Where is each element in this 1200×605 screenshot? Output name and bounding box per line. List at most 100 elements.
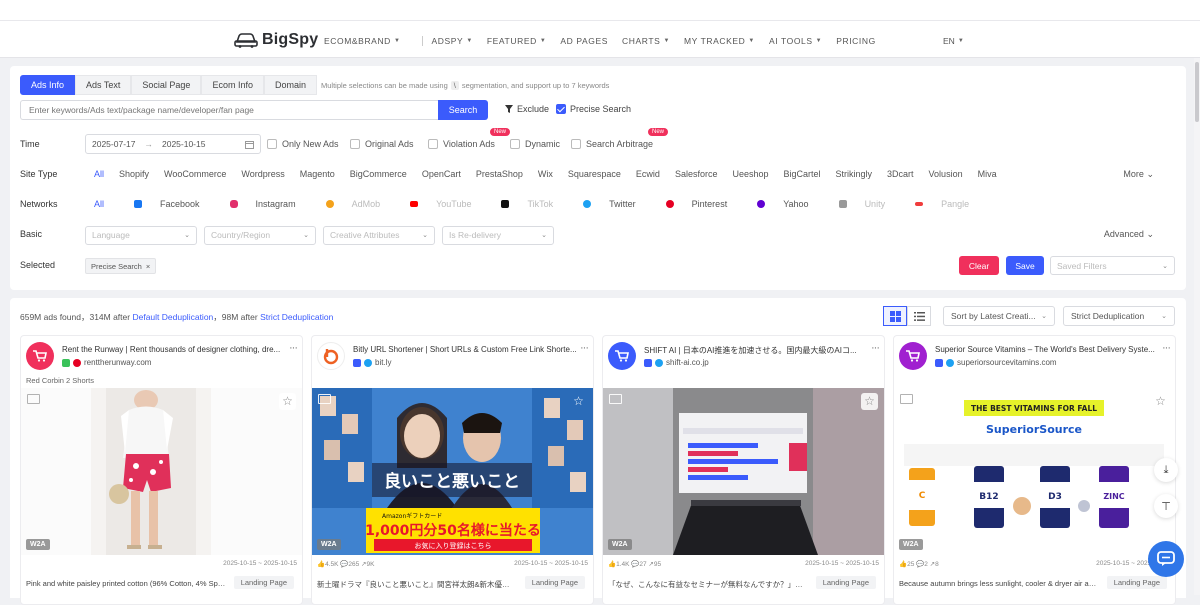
network-unity[interactable]: Unity	[838, 199, 901, 209]
more-options-icon[interactable]: ···	[580, 342, 589, 354]
original-ads-checkbox[interactable]: Original Ads	[350, 139, 414, 149]
advertiser-avatar[interactable]	[317, 342, 345, 370]
exclude-toggle[interactable]: Exclude	[505, 104, 549, 114]
nav-item-charts[interactable]: CHARTS ▼	[622, 36, 670, 46]
precise-search-checkbox[interactable]: Precise Search	[556, 104, 631, 114]
tab-social-page[interactable]: Social Page	[131, 75, 202, 95]
back-to-top-button[interactable]: ⊤	[1154, 494, 1178, 518]
site-type-wordpress[interactable]: Wordpress	[241, 169, 284, 179]
network-facebook[interactable]: Facebook	[134, 199, 215, 209]
tab-ecom-info[interactable]: Ecom Info	[201, 75, 264, 95]
advertiser-avatar[interactable]	[899, 342, 927, 370]
landing-page-button[interactable]: Landing Page	[233, 576, 294, 589]
search-button[interactable]: Search	[438, 100, 488, 120]
network-yahoo[interactable]: Yahoo	[757, 199, 823, 209]
default-dedup-link[interactable]: Default Deduplication	[132, 312, 213, 322]
site-type-ecwid[interactable]: Ecwid	[636, 169, 660, 179]
nav-item-featured[interactable]: FEATURED ▼	[487, 36, 547, 46]
ad-card[interactable]: Bitly URL Shortener | Short URLs & Custo…	[311, 335, 594, 605]
favorite-star-icon[interactable]: ☆	[861, 393, 878, 410]
landing-page-button[interactable]: Landing Page	[815, 576, 876, 589]
nav-item-ad-pages[interactable]: AD PAGES	[560, 36, 608, 46]
site-type-3dcart[interactable]: 3Dcart	[887, 169, 914, 179]
landing-page-button[interactable]: Landing Page	[1106, 576, 1167, 589]
site-type-all[interactable]: All	[94, 169, 104, 179]
creative-attributes-select[interactable]: Creative Attributes ⌄	[323, 225, 435, 245]
favorite-star-icon[interactable]: ☆	[279, 393, 296, 410]
selected-filter-chip[interactable]: Precise Search ×	[85, 258, 157, 274]
site-type-ueeshop[interactable]: Ueeshop	[732, 169, 768, 179]
advanced-toggle[interactable]: Advanced ⌄	[1104, 229, 1154, 240]
favorite-star-icon[interactable]: ☆	[1152, 393, 1169, 410]
site-type-opencart[interactable]: OpenCart	[422, 169, 461, 179]
advertiser-avatar[interactable]	[608, 342, 636, 370]
grid-view-button[interactable]	[883, 306, 907, 326]
language-selector[interactable]: EN ▼	[943, 36, 964, 46]
ad-card[interactable]: SHIFT AI | 日本のAI推進を加速させる。国内最大級のAIコ... sh…	[602, 335, 885, 605]
site-type-bigcommerce[interactable]: BigCommerce	[350, 169, 407, 179]
dynamic-checkbox[interactable]: Dynamic	[510, 139, 560, 149]
site-type-squarespace[interactable]: Squarespace	[568, 169, 621, 179]
ad-card[interactable]: Rent the Runway | Rent thousands of desi…	[20, 335, 303, 605]
clear-button[interactable]: Clear	[959, 256, 999, 275]
save-button[interactable]: Save	[1006, 256, 1044, 275]
site-type-woocommerce[interactable]: WooCommerce	[164, 169, 226, 179]
list-view-button[interactable]	[907, 306, 931, 326]
tab-ads-info[interactable]: Ads Info	[20, 75, 76, 95]
re-delivery-select[interactable]: Is Re-delivery ⌄	[442, 225, 554, 245]
ad-title[interactable]: Rent the Runway | Rent thousands of desi…	[62, 345, 292, 354]
ad-title[interactable]: Superior Source Vitamins – The World's B…	[935, 345, 1165, 354]
site-type-volusion[interactable]: Volusion	[929, 169, 963, 179]
dedup-select[interactable]: Strict Deduplication ⌄	[1063, 306, 1175, 326]
site-type-prestashop[interactable]: PrestaShop	[476, 169, 523, 179]
download-button[interactable]: ⤓	[1154, 458, 1178, 482]
ad-card[interactable]: Superior Source Vitamins – The World's B…	[893, 335, 1176, 605]
ad-title[interactable]: Bitly URL Shortener | Short URLs & Custo…	[353, 345, 583, 354]
more-site-types-button[interactable]: More ⌄	[1123, 169, 1154, 180]
tab-domain[interactable]: Domain	[263, 75, 317, 95]
language-select[interactable]: Language ⌄	[85, 225, 197, 245]
tab-ads-text[interactable]: Ads Text	[75, 75, 132, 95]
nav-item-my-tracked[interactable]: MY TRACKED ▼	[684, 36, 755, 46]
site-type-miva[interactable]: Miva	[978, 169, 997, 179]
network-all[interactable]: All	[94, 199, 119, 209]
site-type-shopify[interactable]: Shopify	[119, 169, 149, 179]
ad-media[interactable]: ☆ W2A	[21, 388, 302, 555]
landing-page-button[interactable]: Landing Page	[524, 576, 585, 589]
network-twitter[interactable]: Twitter	[583, 199, 651, 209]
more-options-icon[interactable]: ···	[1162, 342, 1171, 354]
more-options-icon[interactable]: ···	[289, 342, 298, 354]
site-type-bigcartel[interactable]: BigCartel	[784, 169, 821, 179]
site-type-magento[interactable]: Magento	[300, 169, 335, 179]
ad-media[interactable]: 良いこと悪いこと Amazonギフトカード 1,000円分50名様に当たる お気…	[312, 388, 593, 555]
chat-support-button[interactable]	[1148, 541, 1184, 577]
network-youtube[interactable]: YouTube	[410, 199, 486, 209]
scrollbar-thumb[interactable]	[1195, 62, 1199, 122]
site-type-salesforce[interactable]: Salesforce	[675, 169, 718, 179]
only-new-ads-checkbox[interactable]: Only New Ads	[267, 139, 339, 149]
favorite-star-icon[interactable]: ☆	[570, 393, 587, 410]
nav-item-ai-tools[interactable]: AI TOOLS ▼	[769, 36, 822, 46]
ad-title[interactable]: SHIFT AI | 日本のAI推進を加速させる。国内最大級のAIコ...	[644, 345, 874, 356]
network-pinterest[interactable]: Pinterest	[665, 199, 743, 209]
close-icon[interactable]: ×	[146, 262, 150, 271]
search-arbitrage-checkbox[interactable]: Search Arbitrage New	[571, 128, 669, 149]
violation-ads-checkbox[interactable]: Violation Ads New	[428, 128, 511, 149]
network-tiktok[interactable]: TikTok	[501, 199, 568, 209]
network-admob[interactable]: AdMob	[325, 199, 396, 209]
page-scrollbar[interactable]	[1194, 58, 1200, 595]
network-pangle[interactable]: Pangle	[915, 199, 984, 209]
nav-item-ecom-brand[interactable]: ECOM&BRAND ▼	[324, 36, 400, 46]
network-instagram[interactable]: Instagram	[229, 199, 311, 209]
advertiser-avatar[interactable]	[26, 342, 54, 370]
site-type-wix[interactable]: Wix	[538, 169, 553, 179]
brand-logo[interactable]: BigSpy	[234, 31, 318, 49]
country-region-select[interactable]: Country/Region ⌄	[204, 225, 316, 245]
sort-select[interactable]: Sort by Latest Creati... ⌄	[943, 306, 1055, 326]
nav-item-adspy[interactable]: ADSPY ▼	[431, 36, 472, 46]
ad-media[interactable]: ☆ W2A	[603, 388, 884, 555]
search-input[interactable]	[20, 100, 438, 120]
date-range-picker[interactable]: 2025-07-17 → 2025-10-15	[85, 134, 261, 154]
strict-dedup-link[interactable]: Strict Deduplication	[260, 312, 333, 322]
nav-item-pricing[interactable]: PRICING	[836, 36, 876, 46]
